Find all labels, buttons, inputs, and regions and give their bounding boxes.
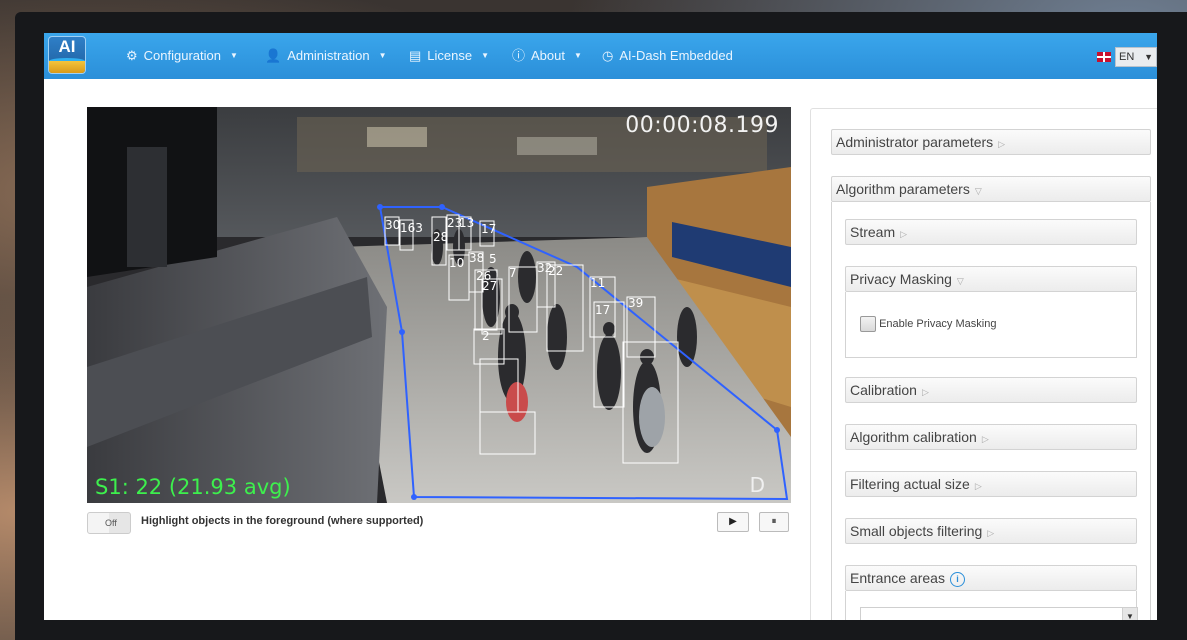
nav-ai-dash-label: AI-Dash Embedded — [619, 48, 733, 63]
parameters-panel: Administrator parameters ▷ Algorithm para… — [810, 108, 1157, 620]
box-label: 30 — [385, 218, 400, 232]
gear-icon: ⚙ — [126, 48, 138, 63]
box-label: 17 — [595, 303, 610, 317]
triangle-right-icon: ▷ — [921, 387, 929, 397]
nav-license[interactable]: ▤ License ▼ — [409, 33, 489, 79]
nav-license-label: License — [427, 48, 473, 63]
chevron-down-icon: ▼ — [1122, 608, 1137, 620]
highlight-label: Highlight objects in the foreground (whe… — [141, 515, 424, 527]
chevron-down-icon: ▼ — [1144, 52, 1153, 62]
accordion-administrator-parameters[interactable]: Administrator parameters ▷ — [831, 129, 1151, 155]
triangle-down-icon: ▽ — [956, 276, 964, 286]
triangle-right-icon: ▷ — [981, 434, 989, 444]
video-stream[interactable]: 30 163 28 23 13 17 10 38 5 26 27 7 32 22… — [87, 107, 791, 503]
box-label: 22 — [548, 264, 563, 278]
video-timecode: 00:00:08.199 — [625, 113, 779, 138]
accordion-label: Privacy Masking — [850, 271, 952, 287]
triangle-down-icon: ▽ — [974, 186, 982, 196]
accordion-label: Calibration — [850, 382, 917, 398]
box-label: 10 — [449, 256, 464, 270]
enable-privacy-masking-row[interactable]: Enable Privacy Masking — [860, 316, 996, 332]
nav-ai-dash-embedded[interactable]: ◷ AI-Dash Embedded — [602, 33, 733, 79]
box-label: 11 — [590, 276, 605, 290]
accordion-label: Filtering actual size — [850, 476, 970, 492]
privacy-masking-body: Enable Privacy Masking — [845, 292, 1137, 358]
accordion-algorithm-calibration[interactable]: Algorithm calibration ▷ — [845, 424, 1137, 450]
info-circle-icon: ⓘ — [512, 48, 526, 63]
language-value: EN — [1119, 51, 1135, 63]
triangle-right-icon: ▷ — [974, 481, 982, 491]
user-icon: 👤 — [265, 48, 282, 63]
accordion-label: Entrance areas — [850, 570, 945, 586]
language-selector[interactable]: EN ▼ — [1097, 47, 1157, 67]
triangle-right-icon: ▷ — [987, 528, 995, 538]
chevron-down-icon: ▼ — [229, 51, 238, 60]
accordion-label: Administrator parameters — [836, 134, 994, 150]
toggle-label: Off — [105, 518, 117, 528]
play-button[interactable]: ▶ — [717, 512, 749, 532]
info-icon[interactable]: i — [949, 572, 965, 587]
accordion-small-objects-filtering[interactable]: Small objects filtering ▷ — [845, 518, 1137, 544]
box-label: 2 — [482, 329, 490, 343]
highlight-toggle[interactable]: Off — [87, 512, 131, 534]
video-frame: 30 163 28 23 13 17 10 38 5 26 27 7 32 22… — [87, 107, 791, 503]
language-dropdown[interactable]: EN ▼ — [1115, 47, 1157, 67]
accordion-filtering-actual-size[interactable]: Filtering actual size ▷ — [845, 471, 1137, 497]
accordion-calibration[interactable]: Calibration ▷ — [845, 377, 1137, 403]
dashboard-clock-icon: ◷ — [602, 48, 614, 63]
accordion-label: Stream — [850, 224, 896, 240]
top-navbar: AI ⚙ Configuration ▼ 👤 Administration ▼ … — [44, 33, 1157, 79]
box-label: 39 — [628, 296, 643, 310]
video-corner-mark: D — [749, 473, 765, 497]
pause-button[interactable]: ⏸ — [759, 512, 789, 532]
enable-privacy-masking-checkbox[interactable] — [860, 316, 876, 332]
license-card-icon: ▤ — [409, 48, 422, 63]
accordion-algorithm-parameters[interactable]: Algorithm parameters ▽ — [831, 176, 1151, 202]
chevron-down-icon: ▼ — [481, 51, 490, 60]
entrance-areas-select[interactable]: ▼ — [860, 607, 1138, 620]
enable-privacy-masking-label: Enable Privacy Masking — [879, 317, 997, 330]
box-label: 7 — [509, 266, 517, 280]
box-label: 27 — [482, 279, 497, 293]
triangle-right-icon: ▷ — [998, 139, 1006, 149]
box-label: 13 — [459, 216, 474, 230]
box-label: 163 — [400, 221, 423, 235]
box-label: 17 — [481, 222, 496, 236]
nav-configuration-label: Configuration — [143, 48, 221, 63]
box-label: 28 — [433, 230, 448, 244]
accordion-stream[interactable]: Stream ▷ — [845, 219, 1137, 245]
accordion-label: Small objects filtering — [850, 523, 983, 539]
people-counter: S1: 22 (21.93 avg) — [95, 475, 291, 499]
box-label: 38 — [469, 251, 484, 265]
app-logo[interactable]: AI — [48, 36, 86, 74]
uk-flag-icon — [1097, 52, 1111, 62]
algorithm-parameters-body — [831, 202, 1151, 620]
nav-configuration[interactable]: ⚙ Configuration ▼ — [126, 33, 238, 79]
triangle-right-icon: ▷ — [900, 229, 908, 239]
logo-wave-yellow — [49, 61, 85, 73]
accordion-entrance-areas[interactable]: Entrance areas i — [845, 565, 1137, 591]
pause-icon: ⏸ — [771, 516, 777, 527]
nav-administration[interactable]: 👤 Administration ▼ — [265, 33, 386, 79]
video-controls: Off Highlight objects in the foreground … — [87, 510, 791, 536]
accordion-label: Algorithm parameters — [836, 181, 970, 197]
chevron-down-icon: ▼ — [574, 51, 582, 60]
nav-administration-label: Administration — [287, 48, 370, 63]
nav-about[interactable]: ⓘ About ▼ — [512, 33, 582, 79]
play-icon: ▶ — [729, 516, 737, 527]
box-label: 5 — [489, 252, 497, 266]
accordion-label: Algorithm calibration — [850, 429, 977, 445]
accordion-privacy-masking[interactable]: Privacy Masking ▽ — [845, 266, 1137, 292]
app-page: AI ⚙ Configuration ▼ 👤 Administration ▼ … — [44, 33, 1157, 620]
logo-text: AI — [58, 37, 76, 56]
nav-about-label: About — [531, 48, 565, 63]
chevron-down-icon: ▼ — [378, 51, 387, 60]
